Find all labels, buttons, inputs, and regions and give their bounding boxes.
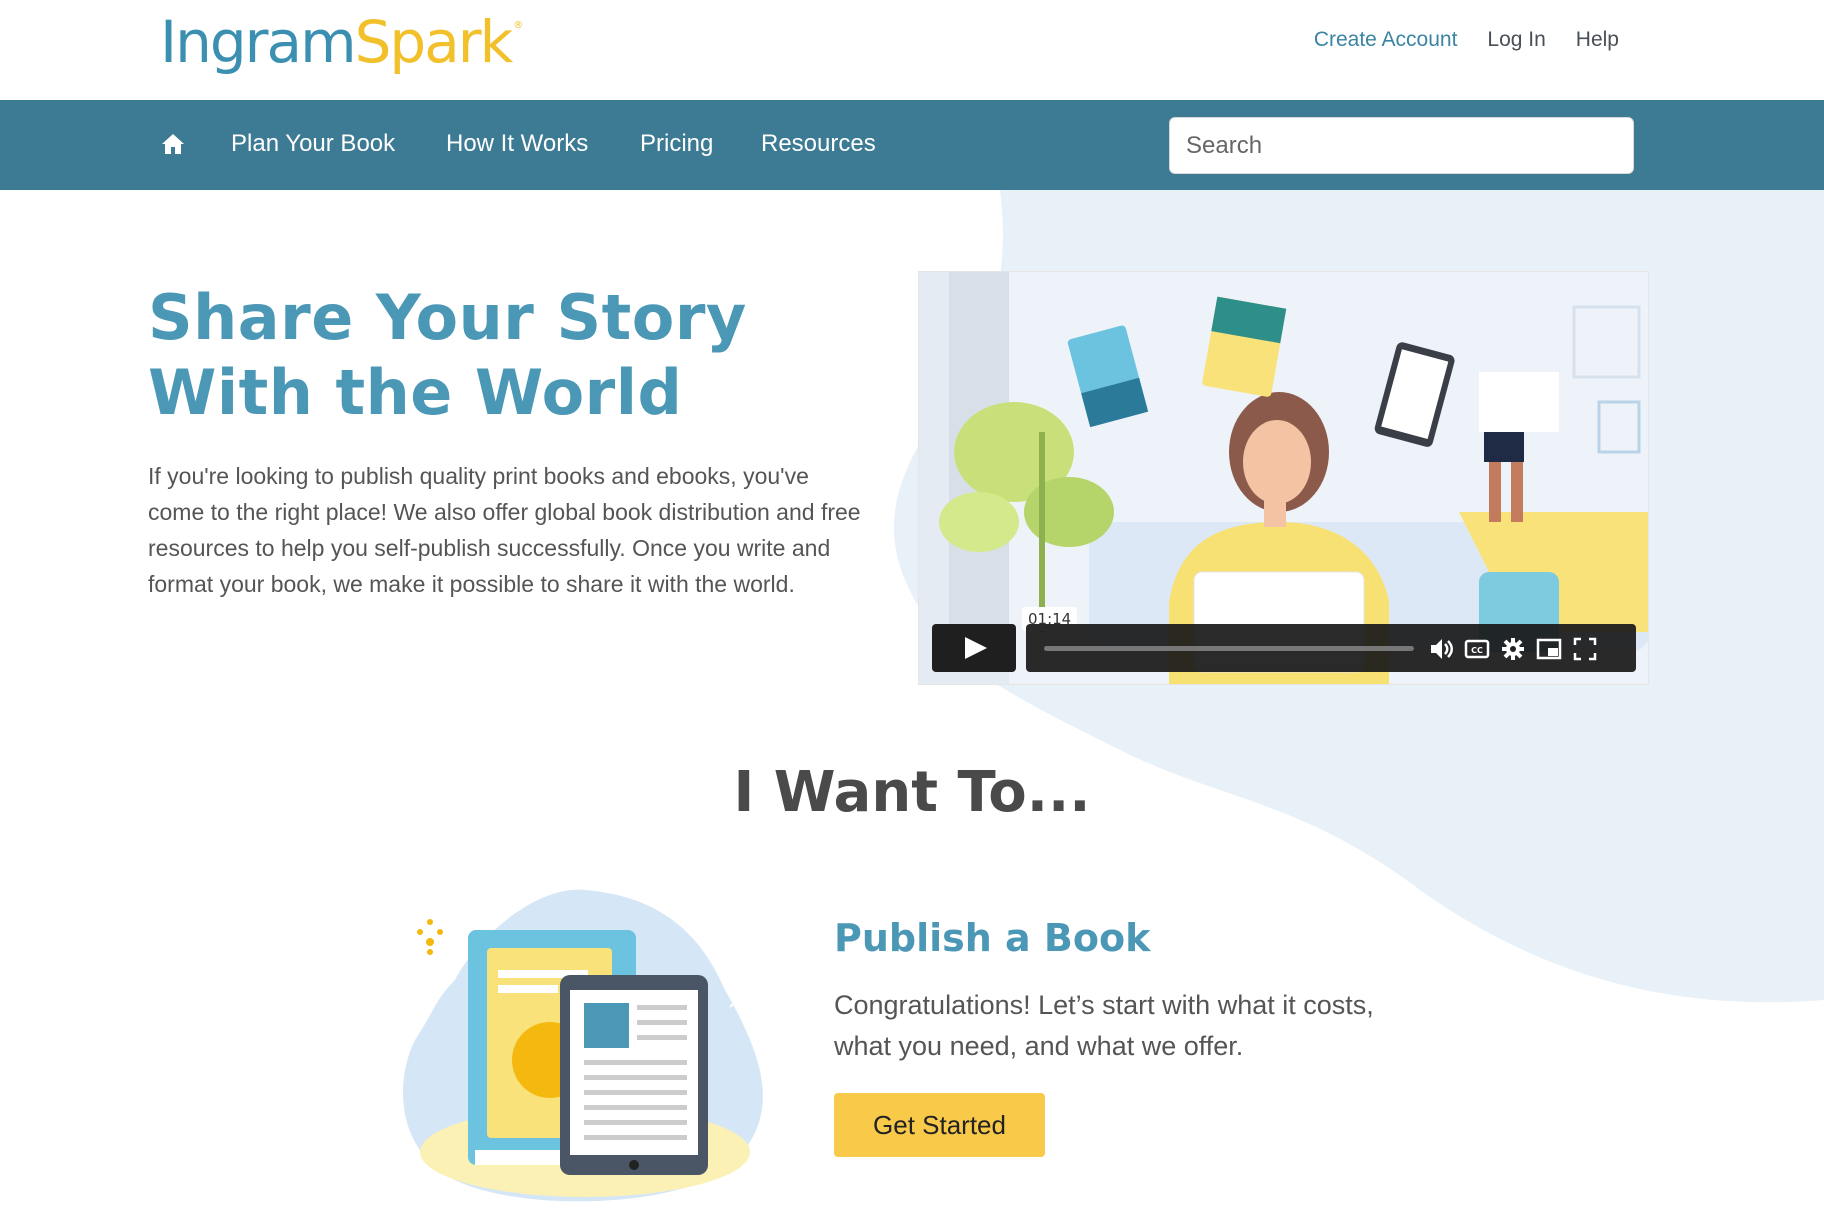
i-want-to-heading: I Want To... [733,760,1091,825]
nav-item-resources[interactable]: Resources [761,130,876,158]
intro-video-player[interactable]: 01:14 CC [918,271,1649,685]
hero-description: If you're looking to publish quality pri… [148,463,861,597]
get-started-button[interactable]: Get Started [834,1093,1045,1157]
publish-book-illustration [403,889,763,1202]
closed-captions-icon[interactable]: CC [1464,636,1490,662]
svg-text:CC: CC [1471,646,1483,655]
nav-item-pricing[interactable]: Pricing [640,130,713,158]
video-progress-bar[interactable] [1044,646,1414,651]
hero-title: Share Your Story With the World [148,281,747,429]
help-link[interactable]: Help [1576,28,1619,52]
ingramspark-logo[interactable]: Ingram Spark ® [160,8,524,88]
account-links: Create Account Log In Help [1314,28,1619,52]
picture-in-picture-icon[interactable] [1536,636,1562,662]
publish-book-description: Congratulations! Let’s start with what i… [834,990,1374,1061]
play-icon [965,637,987,659]
video-controls-bar: CC [1026,624,1636,672]
logo-text-spark: Spark [354,8,514,76]
log-in-link[interactable]: Log In [1487,28,1545,52]
play-button[interactable] [932,624,1016,672]
create-account-link[interactable]: Create Account [1314,28,1458,52]
nav-item-plan-your-book[interactable]: Plan Your Book [231,130,395,158]
fullscreen-icon[interactable] [1572,636,1598,662]
settings-icon[interactable] [1500,636,1526,662]
search-input[interactable] [1169,117,1634,174]
logo-registered-mark: ® [513,20,524,31]
volume-icon[interactable] [1428,636,1454,662]
logo-text-ingram: Ingram [160,8,357,76]
publish-book-title: Publish a Book [834,916,1151,960]
nav-item-how-it-works[interactable]: How It Works [446,130,588,158]
home-icon[interactable] [161,133,185,155]
top-header: Ingram Spark ® Create Account Log In Help [0,0,1824,100]
